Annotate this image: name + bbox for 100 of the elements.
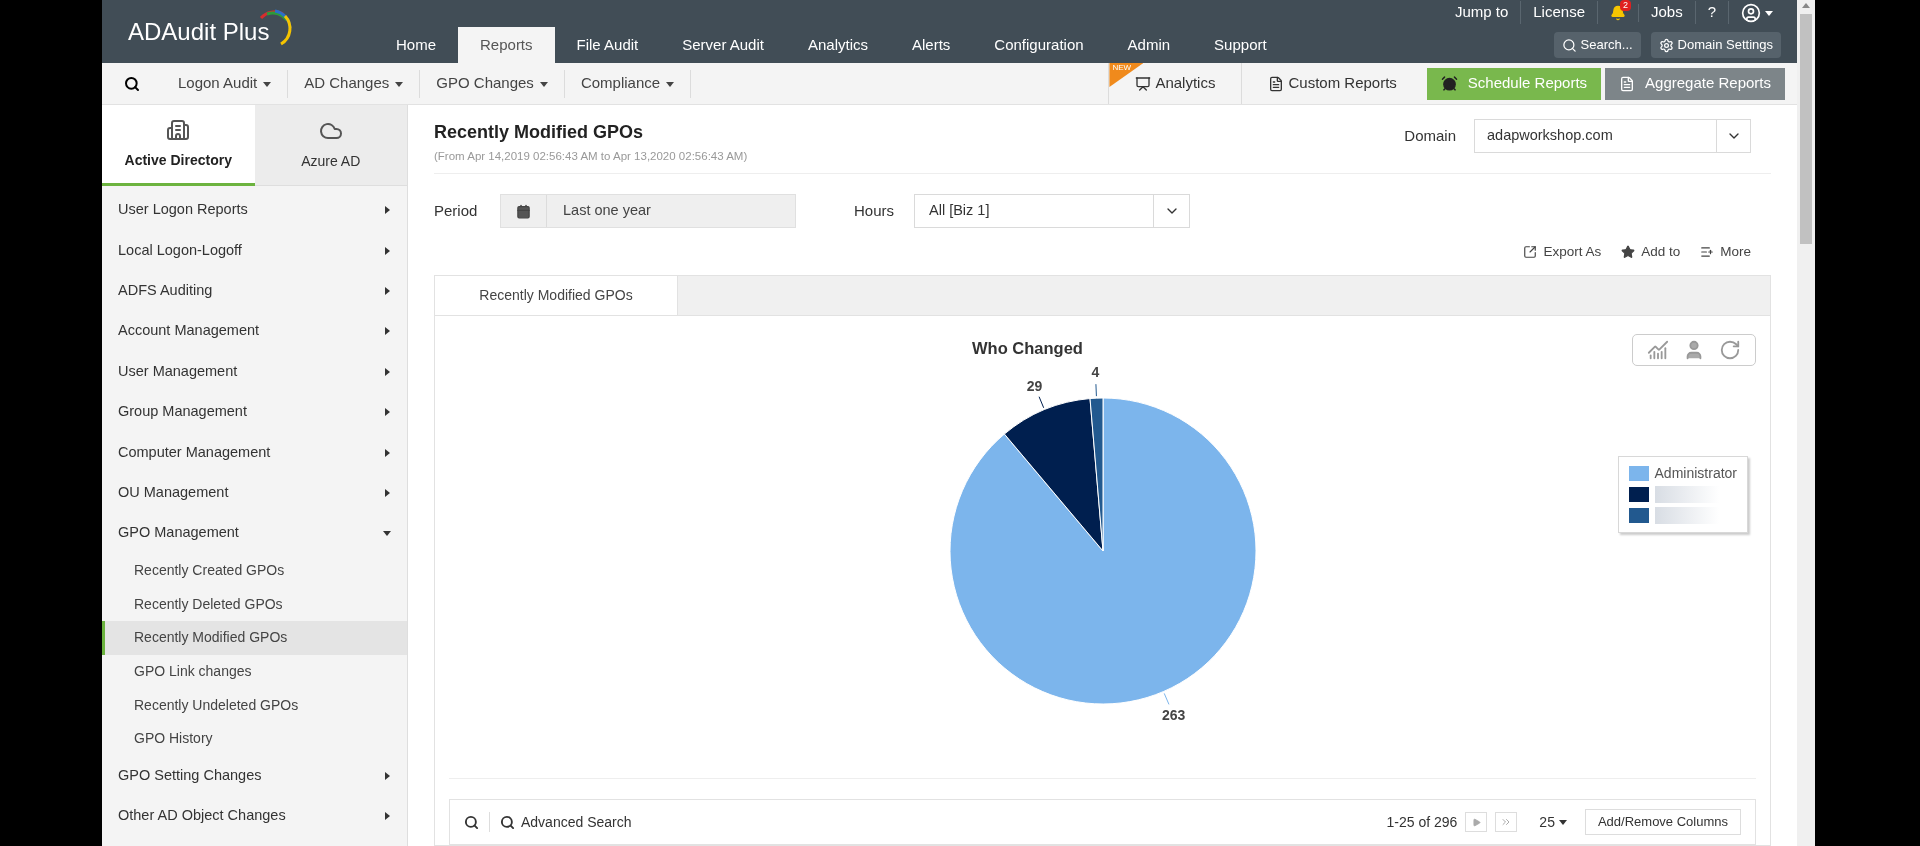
top-link[interactable]: License xyxy=(1521,1,1598,24)
search-icon xyxy=(500,814,515,830)
sidebar-item[interactable]: User Logon Reports xyxy=(102,190,407,231)
sidebar-item[interactable]: OU Management xyxy=(102,472,407,514)
scrollbar[interactable] xyxy=(1797,0,1815,846)
sidebar-item[interactable]: Other AD Object Changes xyxy=(102,796,407,837)
sidebar-subitem[interactable]: GPO Link changes xyxy=(102,654,407,689)
sidebar-subitem[interactable]: Recently Undeleted GPOs xyxy=(102,688,407,722)
caret-icon xyxy=(383,771,391,780)
search-icon[interactable] xyxy=(124,75,140,92)
nav-tab[interactable]: Admin xyxy=(1105,27,1193,63)
domain-select[interactable]: adapworkshop.com xyxy=(1474,119,1751,153)
chart-title: Who Changed xyxy=(972,337,1083,359)
field-label: Period xyxy=(434,201,479,221)
caret-icon xyxy=(383,327,391,336)
scrollbar-thumb[interactable] xyxy=(1800,14,1812,244)
search-button[interactable]: Search... xyxy=(1553,32,1641,58)
top-link[interactable]: Jobs xyxy=(1638,1,1696,24)
caret-icon xyxy=(383,246,391,255)
nav-tab[interactable]: Server Audit xyxy=(660,27,786,63)
caret-icon xyxy=(263,79,272,88)
advanced-search-link[interactable]: Advanced Search xyxy=(500,811,632,833)
page-size-select[interactable]: 25 xyxy=(1539,811,1567,833)
menu-dropdown[interactable]: GPO Changes xyxy=(420,69,565,98)
sidebar-subitem[interactable]: Recently Deleted GPOs xyxy=(102,587,407,621)
top-link[interactable]: Jump to xyxy=(1442,1,1522,24)
caret-icon xyxy=(383,206,391,215)
aggregate-button[interactable]: Aggregate Reports xyxy=(1605,67,1785,100)
notification-badge: 2 xyxy=(1619,0,1631,11)
user-icon xyxy=(1741,2,1761,23)
action-link[interactable]: Add to xyxy=(1621,242,1681,263)
sidebar-item[interactable]: User Management xyxy=(102,351,407,392)
caret-icon xyxy=(383,367,391,376)
sidebar-item[interactable]: GPO Management xyxy=(102,513,407,554)
last-page-button[interactable] xyxy=(1495,812,1518,832)
caret-icon xyxy=(383,448,391,457)
sidebar-subitem[interactable]: GPO History xyxy=(102,721,407,756)
new-badge: NEW xyxy=(1109,63,1144,87)
caret-icon xyxy=(1558,818,1567,826)
nav-tab[interactable]: Alerts xyxy=(890,27,973,63)
sidebar-item[interactable]: ADFS Auditing xyxy=(102,270,407,312)
nav-tab[interactable]: Home xyxy=(374,27,458,63)
caret-icon xyxy=(383,408,391,417)
toolbar-link[interactable]: Analytics NEW xyxy=(1108,63,1242,104)
search-icon xyxy=(1561,37,1577,53)
columns-button[interactable]: Add/Remove Columns xyxy=(1584,809,1741,835)
caret-icon xyxy=(666,79,675,88)
period-field[interactable]: Last one year xyxy=(500,194,796,229)
nav-tab[interactable]: Analytics xyxy=(785,27,890,63)
legend-label: Administrator xyxy=(1654,463,1737,483)
report-tab[interactable]: Recently Modified GPOs xyxy=(435,275,678,315)
menu-dropdown[interactable]: Logon Audit xyxy=(162,69,289,98)
star-icon xyxy=(1621,245,1636,260)
data-label: 4 xyxy=(1091,364,1099,381)
pagination-text: 1-25 of 296 xyxy=(1386,812,1458,832)
sidebar-subitem[interactable]: Recently Modified GPOs xyxy=(102,620,407,655)
sidebar-item[interactable]: Local Logon-Logoff xyxy=(102,230,407,271)
export-icon xyxy=(1523,245,1538,260)
sidebar-item[interactable]: Group Management xyxy=(102,391,407,433)
top-link[interactable]: ? xyxy=(1695,1,1729,24)
sidebar-tab[interactable]: Azure AD xyxy=(254,105,407,186)
building-icon xyxy=(166,117,191,142)
domain-settings-button[interactable]: Domain Settings xyxy=(1650,32,1781,58)
field-label: Hours xyxy=(854,201,895,221)
report-title: Recently Modified GPOs xyxy=(434,121,645,144)
caret-icon xyxy=(395,79,404,88)
date-range: (From Apr 14,2019 02:56:43 AM to Apr 13,2020 02:56:43 AM) xyxy=(434,149,748,164)
search-icon[interactable] xyxy=(464,814,479,830)
toolbar-link[interactable]: Custom Reports xyxy=(1241,63,1423,104)
field-label: Domain xyxy=(1404,125,1456,146)
sidebar-item[interactable]: Computer Management xyxy=(102,432,407,473)
menu-dropdown[interactable]: Compliance xyxy=(564,69,692,98)
leader-line xyxy=(1094,383,1097,397)
bell-icon xyxy=(1609,4,1626,21)
data-label: 29 xyxy=(1026,377,1042,394)
notifications-button[interactable]: 2 xyxy=(1597,3,1639,22)
next-icon xyxy=(1471,817,1481,827)
sidebar-item[interactable]: Account Management xyxy=(102,311,407,352)
caret-icon xyxy=(383,529,391,538)
data-label: 263 xyxy=(1161,707,1185,724)
action-link[interactable]: Export As xyxy=(1523,242,1602,263)
nav-tab[interactable]: Configuration xyxy=(972,27,1106,63)
nav-tab[interactable]: Reports xyxy=(458,27,555,63)
leader-line xyxy=(1163,693,1169,706)
caret-icon xyxy=(383,286,391,295)
sidebar-item[interactable]: GPO Setting Changes xyxy=(102,755,407,797)
hours-select[interactable]: All [Biz 1] xyxy=(914,194,1190,229)
calendar-icon xyxy=(516,203,531,219)
list-icon xyxy=(1700,245,1715,260)
sidebar-subitem[interactable]: Recently Created GPOs xyxy=(102,553,407,588)
refresh-chart-icon[interactable] xyxy=(1719,338,1741,361)
alarm-clock-icon xyxy=(1440,75,1458,92)
next-page-button[interactable] xyxy=(1465,812,1488,832)
caret-icon xyxy=(1802,2,1810,10)
sidebar-tab[interactable]: Active Directory xyxy=(102,105,255,186)
menu-dropdown[interactable]: AD Changes xyxy=(288,69,421,98)
nav-tab[interactable]: File Audit xyxy=(554,27,661,63)
nav-tab[interactable]: Support xyxy=(1192,27,1289,63)
logo[interactable]: ADAudit Plus xyxy=(128,13,294,50)
action-link[interactable]: More xyxy=(1700,242,1751,263)
